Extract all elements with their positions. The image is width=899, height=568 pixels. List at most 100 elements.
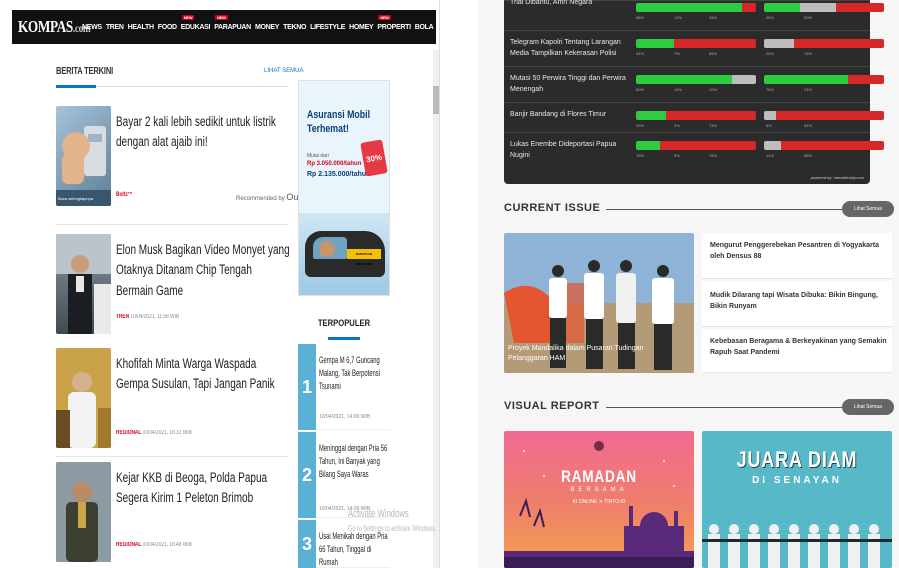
nav-menu: NEWS TREN HEALTH FOOD EDUKASI NEW PARAPUAN NEW M… <box>80 14 439 31</box>
nav-item-news[interactable]: NEWS <box>80 24 104 31</box>
see-all-button[interactable]: Lihat Semua <box>842 399 894 415</box>
nav-item-lifestyle[interactable]: LIFESTYLE <box>308 24 347 31</box>
popular-item-title[interactable]: Usai Menikah dengan Pria 66 Tahun, Tingg… <box>319 530 391 568</box>
current-issue-item[interactable]: Mudik Dilarang tapi Wisata Dibuka: Bikin… <box>702 281 892 327</box>
current-issue-header: CURRENT ISSUE Lihat Semua <box>504 200 894 218</box>
visual-report-card-ramadan[interactable]: RAMADAN BERSAMA KI ONLINE ✕ TIRTO.ID <box>504 431 694 568</box>
poll-percentage: 34% <box>636 51 645 56</box>
article-thumbnail[interactable]: Baca selengkapnya <box>56 106 111 206</box>
poll-bar-segment <box>764 39 794 48</box>
poll-row[interactable]: Banjir Bandang di Flores Timur 25% 2% 73% 6%… <box>504 102 884 132</box>
see-all-link[interactable]: LIHAT SEMUA <box>264 68 303 74</box>
article-thumbnail[interactable] <box>56 462 111 562</box>
ramadan-partner: KI ONLINE ✕ TIRTO.ID <box>572 499 626 505</box>
current-issue-item-title[interactable]: Kebebasan Beragama & Berkeyakinan yang S… <box>710 337 892 359</box>
poll-percentage: 80% <box>636 87 645 92</box>
kompas-page: KOMPAS.com NEWS TREN HEALTH FOOD EDUKASI NEW P… <box>0 0 440 568</box>
poll-panel: powered by: newsdensity.com Trial Dibant… <box>504 0 884 184</box>
article-item[interactable]: Baca selengkapnya Bayar 2 kali lebih sed… <box>56 106 321 225</box>
poll-percentage: 6% <box>766 123 772 128</box>
article-thumbnail[interactable] <box>56 234 111 334</box>
poll-bar <box>636 3 756 12</box>
popular-title: TERPOPULER <box>317 318 371 328</box>
juara-diam-subtitle: DI SENAYAN <box>752 475 842 486</box>
visual-report-card-juara-diam[interactable]: JUARA DIAM DI SENAYAN <box>702 431 892 568</box>
poll-bar-segment <box>636 3 742 12</box>
poll-bar-segment <box>636 75 732 84</box>
poll-percentage: 24% <box>804 87 813 92</box>
poll-percentage: 5% <box>674 153 680 158</box>
poll-bar-segment <box>741 3 756 12</box>
popular-item[interactable]: 1 Gempa M 6,7 Guncang Malang, Tak Berpot… <box>298 344 390 430</box>
popular-item-title[interactable]: Gempa M 6,7 Guncang Malang, Tak Berpoten… <box>319 354 391 393</box>
poll-row-label: Telegram Kapolri Tentang Larangan Media … <box>510 39 621 58</box>
visual-report-header: VISUAL REPORT Lihat Semua <box>504 398 894 416</box>
nav-item-parapuan[interactable]: PARAPUAN NEW <box>212 14 253 31</box>
ad-price-new: Rp 2.135.000/tahun <box>307 171 371 178</box>
poll-percentage: 7% <box>674 51 680 56</box>
ad-title: Asuransi Mobil Terhemat! <box>307 109 371 135</box>
poll-bar-segment <box>764 141 781 150</box>
ad-price-label: Mulai dari <box>307 153 329 159</box>
scrollbar-thumb[interactable] <box>433 86 439 114</box>
nav-item-tekno[interactable]: TEKNO <box>281 24 308 31</box>
poll-row[interactable]: Trial Dibantu, Amri Negara 88% 12% 25% 25% 50… <box>504 0 884 30</box>
nav-item-money[interactable]: MONEY <box>253 24 281 31</box>
nav-item-travel[interactable]: TRAVEL <box>435 24 439 31</box>
juara-diam-title: JUARA DIAM <box>736 447 858 472</box>
article-meta: TREN 10/04/2021, 11:56 WIB <box>116 314 180 320</box>
poll-percentage: 73% <box>709 123 718 128</box>
poll-percentage: 86% <box>804 153 813 158</box>
nav-item-health[interactable]: HEALTH <box>126 24 156 31</box>
nav-item-edukasi[interactable]: EDUKASI NEW <box>179 14 212 31</box>
poll-row[interactable]: Lukas Enembe Dideportasi Papua Nugini 19%… <box>504 132 884 182</box>
ad-cta-button[interactable]: DAPATKAN SEKARANG <box>347 249 381 266</box>
poll-row[interactable]: Telegram Kapolri Tentang Larangan Media … <box>504 30 884 66</box>
popular-item-title[interactable]: Meninggal dengan Pria 56 Tahun, Ini Bany… <box>319 442 391 481</box>
poll-percentage: 25% <box>766 15 775 20</box>
article-title[interactable]: Bayar 2 kali lebih sedikit untuk listrik… <box>116 112 291 153</box>
poll-percentage: 2% <box>674 123 680 128</box>
poll-bar <box>636 141 756 150</box>
article-item[interactable]: Khofifah Minta Warga Waspada Gempa Susul… <box>56 348 291 457</box>
popular-item[interactable]: 2 Meninggal dengan Pria 56 Tahun, Ini Ba… <box>298 432 390 518</box>
article-item[interactable]: Kejar KKB di Beoga, Polda Papua Segera K… <box>56 462 288 566</box>
article-title[interactable]: Kejar KKB di Beoga, Polda Papua Segera K… <box>116 468 291 509</box>
article-divider <box>56 224 288 225</box>
page-scrollbar[interactable] <box>433 50 439 568</box>
popular-item-date: 10/04/2021, 14:00 WIB <box>319 414 371 420</box>
nav-item-homey[interactable]: HOMEY <box>347 24 375 31</box>
insurance-ad[interactable]: Asuransi Mobil Terhemat! Mulai dari Rp 3… <box>298 80 390 296</box>
popular-rank: 1 <box>301 376 312 397</box>
poll-percentage: 25% <box>636 123 645 128</box>
poll-bar-segment <box>776 111 884 120</box>
current-issue-item-title[interactable]: Mudik Dilarang tapi Wisata Dibuka: Bikin… <box>710 291 892 313</box>
article-meta: Boltz™ <box>116 192 133 198</box>
poll-bar <box>636 75 756 84</box>
driver-face <box>319 241 335 257</box>
article-divider <box>56 456 288 457</box>
poll-bar-segment <box>836 3 884 12</box>
nav-item-bola[interactable]: BOLA <box>413 24 436 31</box>
see-all-button[interactable]: Lihat Semua <box>842 201 894 217</box>
current-issue-item[interactable]: Kebebasan Beragama & Berkeyakinan yang S… <box>702 329 892 373</box>
article-title[interactable]: Khofifah Minta Warga Waspada Gempa Susul… <box>116 354 291 395</box>
poll-row-label: Trial Dibantu, Amri Negara <box>510 0 593 6</box>
new-badge: NEW <box>181 14 195 20</box>
article-thumbnail[interactable] <box>56 348 111 448</box>
kompas-logo[interactable]: KOMPAS.com <box>18 17 91 37</box>
poll-percentage: 14% <box>766 153 775 158</box>
current-issue-caption[interactable]: Proyek Mandalika dalam Pusaran Tudingan … <box>508 344 658 364</box>
current-issue-item[interactable]: Mengurut Penggerebekan Pesantren di Yogy… <box>702 233 892 279</box>
poll-bar-segment <box>764 3 800 12</box>
nav-item-food[interactable]: FOOD <box>156 24 179 31</box>
article-title[interactable]: Elon Musk Bagikan Video Monyet yang Otak… <box>116 240 291 301</box>
article-item[interactable]: Elon Musk Bagikan Video Monyet yang Otak… <box>56 234 291 338</box>
article-meta: REGIONAL 10/04/2021, 18:48 WIB <box>116 542 192 548</box>
nav-item-properti[interactable]: PROPERTI NEW <box>375 14 412 31</box>
article-category[interactable]: Boltz™ <box>116 192 133 198</box>
nav-item-tren[interactable]: TREN <box>104 24 126 31</box>
screenshot-composite: KOMPAS.com NEWS TREN HEALTH FOOD EDUKASI NEW P… <box>0 0 899 568</box>
poll-row[interactable]: Mutasi 50 Perwira Tinggi dan Perwira Men… <box>504 66 884 102</box>
current-issue-item-title[interactable]: Mengurut Penggerebekan Pesantren di Yogy… <box>710 241 892 263</box>
